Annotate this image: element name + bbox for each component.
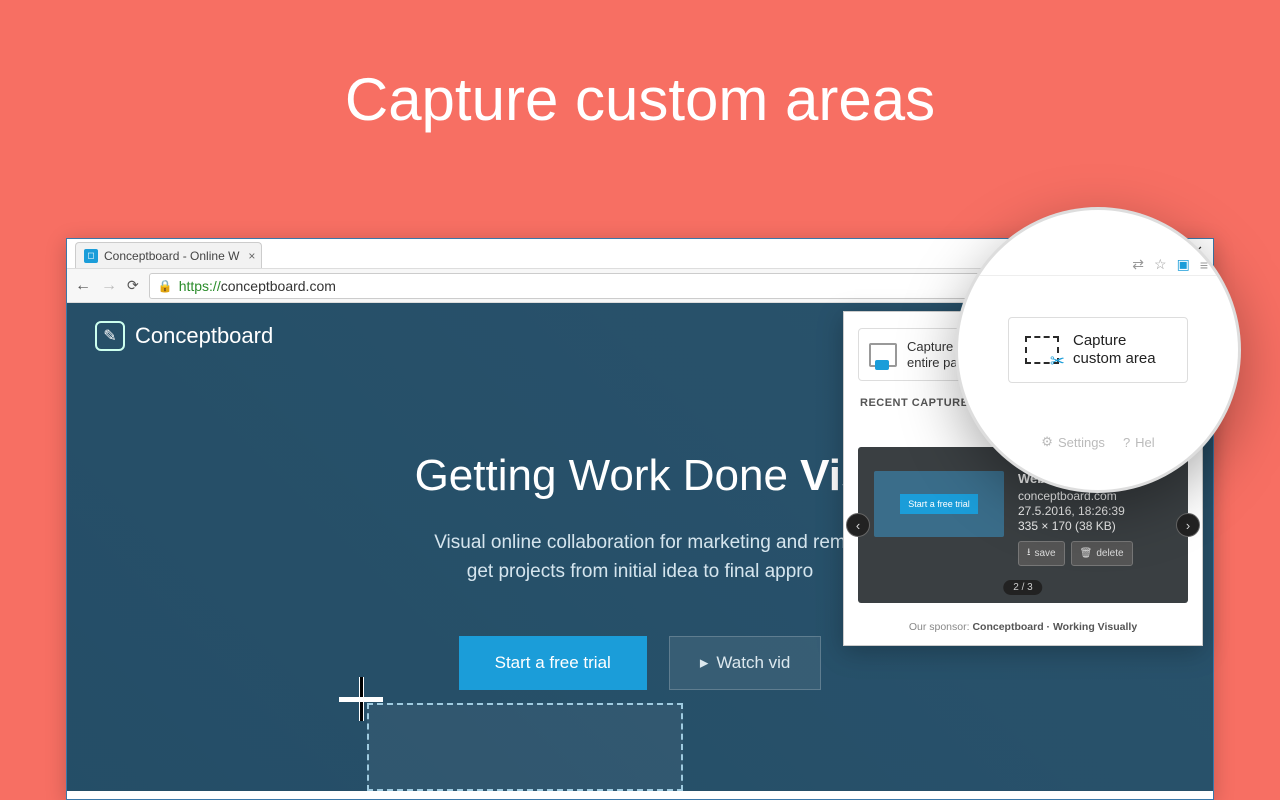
delete-capture-button[interactable]: 🗑 delete — [1071, 541, 1133, 566]
nav-back-icon[interactable]: ← — [75, 277, 91, 295]
capture-selection-rect — [367, 703, 683, 791]
capture-dimensions: 335 × 170 (38 KB) — [1018, 519, 1133, 533]
reload-icon[interactable]: ⟳ — [127, 277, 139, 294]
mag-star-icon: ☆ — [1154, 256, 1167, 273]
tab-title: Conceptboard - Online W — [104, 249, 239, 263]
brand-icon: ✎ — [95, 321, 125, 351]
url-protocol: https:// — [179, 278, 221, 294]
capture-datetime: 27.5.2016, 18:26:39 — [1018, 504, 1133, 518]
mag-help-link: ? Hel — [1123, 434, 1155, 450]
browser-tab[interactable]: ◻ Conceptboard - Online W × — [75, 242, 262, 268]
mag-settings-link: ⚙ Settings — [1041, 434, 1105, 450]
save-capture-button[interactable]: ⭳ save — [1018, 541, 1065, 566]
sponsor-line: Our sponsor: Conceptboard · Working Visu… — [844, 613, 1202, 645]
lock-icon: 🔒 — [158, 279, 173, 293]
nav-forward-icon[interactable]: → — [101, 277, 117, 295]
start-trial-button[interactable]: Start a free trial — [459, 636, 647, 690]
watch-video-button[interactable]: ▸ Watch vid — [669, 636, 822, 690]
mag-menu-icon: ≡ — [1200, 257, 1208, 273]
url-input[interactable]: 🔒 https://conceptboard.com — [149, 273, 1087, 299]
favicon-icon: ◻ — [84, 249, 98, 263]
thumb-cta: Start a free trial — [900, 494, 978, 514]
mag-capture-area-icon — [1025, 336, 1059, 364]
promo-heading: Capture custom areas — [0, 0, 1280, 134]
url-host: conceptboard.com — [221, 278, 336, 294]
capture-thumbnail[interactable]: Start a free trial — [874, 471, 1004, 537]
carousel-prev-button[interactable]: ‹ — [846, 513, 870, 537]
play-icon: ▸ — [700, 653, 709, 673]
site-logo[interactable]: ✎ Conceptboard — [95, 321, 273, 351]
capture-domain: conceptboard.com — [1018, 489, 1133, 503]
mag-translate-icon: ⇄ — [1132, 256, 1144, 273]
mag-extension-icon: ▣ — [1177, 256, 1190, 273]
brand-name: Conceptboard — [135, 323, 273, 349]
carousel-pager: 2 / 3 — [1003, 580, 1042, 595]
carousel-next-button[interactable]: › — [1176, 513, 1200, 537]
capture-page-icon — [869, 343, 897, 367]
mag-capture-custom-area-button[interactable]: Capturecustom area — [1008, 317, 1188, 383]
tab-close-icon[interactable]: × — [248, 249, 255, 263]
magnifier-lens: ⇄ ☆ ▣ ≡ Capturecustom area ⚙ Settings ? … — [958, 210, 1238, 490]
